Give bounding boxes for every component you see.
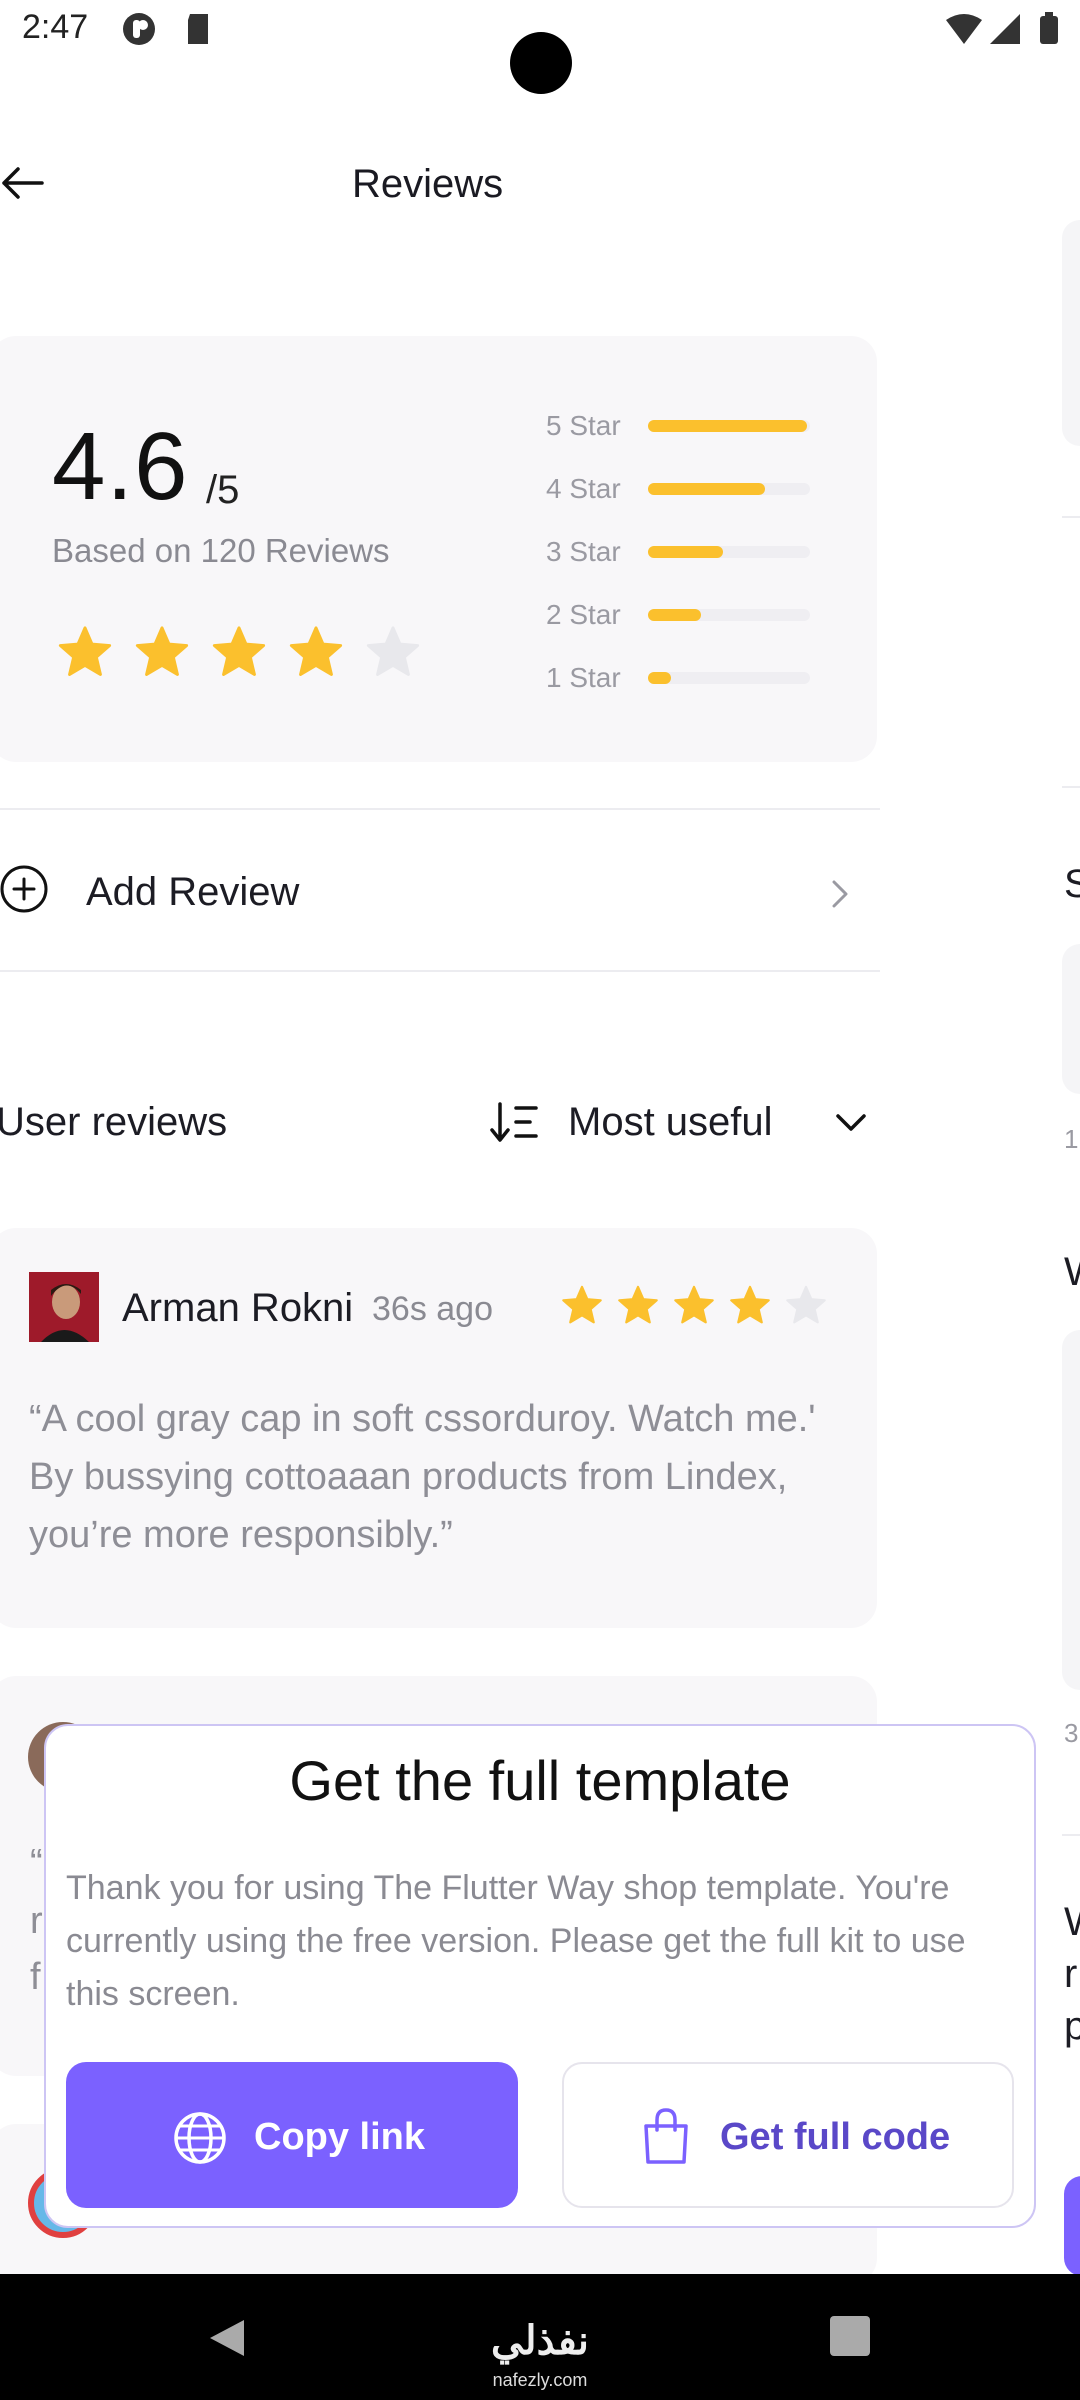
star-filled-icon xyxy=(728,1284,772,1328)
page-title: Reviews xyxy=(352,162,504,206)
dialog-body: Thank you for using The Flutter Way shop… xyxy=(66,1869,966,2013)
star-filled-icon xyxy=(287,624,345,682)
wifi-icon xyxy=(946,14,982,44)
watermark-domain: nafezly.com xyxy=(492,2370,588,2390)
status-time: 2:47 xyxy=(22,8,89,46)
review-text-peek: r xyxy=(30,1900,43,1942)
side-panel-peek xyxy=(1062,1330,1080,1690)
nav-back-icon[interactable] xyxy=(204,2316,248,2360)
sort-dropdown[interactable]: Most useful xyxy=(568,1100,773,1145)
add-review-label: Add Review xyxy=(86,870,300,914)
star-empty-icon xyxy=(784,1284,828,1328)
divider xyxy=(1062,786,1080,788)
average-rating: 4.6 xyxy=(52,413,189,520)
distribution-bar-track xyxy=(648,546,810,558)
side-panel-text: 3 xyxy=(1064,1718,1079,1748)
star-filled-icon xyxy=(133,624,191,682)
nav-recents-icon[interactable] xyxy=(830,2316,870,2356)
sd-card-icon xyxy=(188,14,208,44)
chevron-down-icon[interactable] xyxy=(834,1108,868,1138)
side-panel-text: W xyxy=(1064,1250,1080,1295)
divider xyxy=(1062,516,1080,518)
star-filled-icon xyxy=(560,1284,604,1328)
distribution-bar-fill xyxy=(648,609,702,621)
distribution-bar-fill xyxy=(648,483,765,495)
review-text-peek: f xyxy=(30,1956,41,1998)
star-filled-icon xyxy=(56,624,114,682)
front-camera xyxy=(510,32,572,94)
rating-max: /5 xyxy=(206,468,240,512)
distribution-bar-fill xyxy=(648,546,723,558)
star-filled-icon xyxy=(616,1284,660,1328)
distribution-label: 4 Star xyxy=(546,473,621,504)
side-panel-peek xyxy=(1062,220,1080,446)
review-text: “A cool gray cap in soft cssorduroy. Wat… xyxy=(29,1398,816,1556)
distribution-bar-track xyxy=(648,609,810,621)
review-count: Based on 120 Reviews xyxy=(52,532,390,569)
pinterest-icon xyxy=(123,13,155,45)
divider xyxy=(0,970,880,972)
copy-link-label: Copy link xyxy=(254,2116,426,2158)
signal-icon xyxy=(990,14,1020,44)
divider xyxy=(1062,1834,1080,1836)
review-text-peek: “ xyxy=(30,1842,43,1884)
star-filled-icon xyxy=(210,624,268,682)
avatar xyxy=(29,1272,99,1342)
globe-icon xyxy=(174,2112,226,2164)
distribution-bar-track xyxy=(648,483,810,495)
side-panel-text: S xyxy=(1064,862,1080,906)
chevron-right-icon xyxy=(832,880,848,908)
side-panel-text: 1( xyxy=(1064,1124,1080,1154)
sort-icon[interactable] xyxy=(490,1100,540,1146)
distribution-bar-fill xyxy=(648,420,807,432)
reviewer-name: Arman Rokni xyxy=(122,1286,354,1330)
side-panel-peek xyxy=(1062,944,1080,1094)
watermark-logo: نفذلي xyxy=(491,2319,589,2363)
distribution-bar-track xyxy=(648,672,810,684)
side-panel-button-peek xyxy=(1064,2176,1080,2276)
divider xyxy=(0,808,880,810)
get-full-code-label: Get full code xyxy=(720,2116,951,2158)
distribution-bar-fill xyxy=(648,672,671,684)
dialog-title: Get the full template xyxy=(289,1749,791,1812)
side-panel-text: p xyxy=(1064,2004,1080,2048)
star-empty-icon xyxy=(364,624,422,682)
review-time: 36s ago xyxy=(372,1290,493,1328)
star-filled-icon xyxy=(672,1284,716,1328)
distribution-label: 3 Star xyxy=(546,536,621,567)
distribution-label: 1 Star xyxy=(546,662,621,693)
add-circle-icon xyxy=(0,865,48,913)
user-reviews-title: User reviews xyxy=(0,1100,228,1144)
shopping-bag-icon xyxy=(644,2108,688,2164)
distribution-label: 5 Star xyxy=(546,410,621,441)
distribution-bar-track xyxy=(648,420,810,432)
side-panel-text: r xyxy=(1064,1952,1078,1996)
back-arrow-icon[interactable] xyxy=(0,160,46,206)
battery-icon xyxy=(1040,12,1058,44)
distribution-label: 2 Star xyxy=(546,599,621,630)
side-panel-text: W xyxy=(1064,1900,1080,1945)
